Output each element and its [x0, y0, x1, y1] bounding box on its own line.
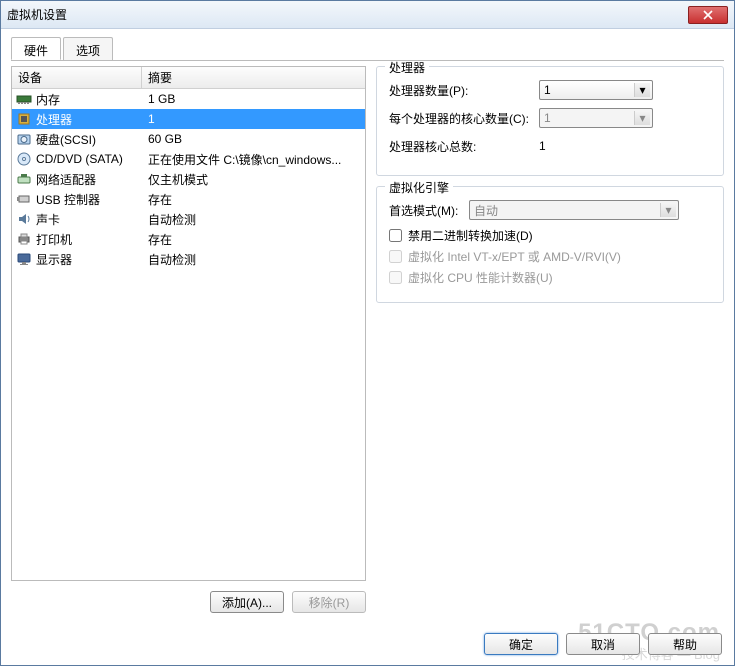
device-summary: 存在: [142, 231, 365, 248]
device-name: 显示器: [36, 251, 72, 268]
list-row[interactable]: CD/DVD (SATA) 正在使用文件 C:\镜像\cn_windows...: [12, 149, 365, 169]
list-row[interactable]: 显示器 自动检测: [12, 249, 365, 269]
list-row[interactable]: 声卡 自动检测: [12, 209, 365, 229]
list-row[interactable]: 网络适配器 仅主机模式: [12, 169, 365, 189]
content-area: 硬件 选项 设备 摘要 内存 1 GB 处理器 1 硬盘(SCSI) 60 GB CD/DV…: [1, 29, 734, 623]
net-icon: [16, 171, 32, 187]
col-summary-header[interactable]: 摘要: [142, 69, 365, 86]
preferred-mode-select: 自动 ▾: [469, 200, 679, 220]
list-row[interactable]: 硬盘(SCSI) 60 GB: [12, 129, 365, 149]
chevron-down-icon: ▾: [634, 111, 650, 125]
virtualize-vt-checkbox: [389, 250, 402, 263]
device-cell: 显示器: [12, 251, 142, 268]
bottom-buttons: 确定 取消 帮助: [484, 633, 722, 655]
device-summary: 存在: [142, 191, 365, 208]
chevron-down-icon: ▾: [634, 83, 650, 97]
device-name: USB 控制器: [36, 191, 100, 208]
left-panel: 设备 摘要 内存 1 GB 处理器 1 硬盘(SCSI) 60 GB CD/DVD (SAT…: [11, 66, 366, 613]
chevron-down-icon: ▾: [660, 203, 676, 217]
memory-icon: [16, 91, 32, 107]
disable-binary-translation-checkbox[interactable]: [389, 229, 402, 242]
device-cell: USB 控制器: [12, 191, 142, 208]
col-device-header[interactable]: 设备: [12, 67, 142, 88]
list-row[interactable]: 打印机 存在: [12, 229, 365, 249]
cores-per-processor-value: 1: [544, 111, 551, 125]
list-row[interactable]: 内存 1 GB: [12, 89, 365, 109]
total-cores-label: 处理器核心总数:: [389, 138, 539, 155]
list-row[interactable]: 处理器 1: [12, 109, 365, 129]
device-cell: 硬盘(SCSI): [12, 131, 142, 148]
device-cell: 处理器: [12, 111, 142, 128]
cancel-button[interactable]: 取消: [566, 633, 640, 655]
help-button[interactable]: 帮助: [648, 633, 722, 655]
device-summary: 1 GB: [142, 92, 365, 106]
printer-icon: [16, 231, 32, 247]
add-button[interactable]: 添加(A)...: [210, 591, 284, 613]
virtualization-engine-title: 虚拟化引擎: [385, 179, 453, 196]
device-cell: 打印机: [12, 231, 142, 248]
device-cell: CD/DVD (SATA): [12, 151, 142, 167]
remove-button: 移除(R): [292, 591, 366, 613]
processor-count-value: 1: [544, 83, 551, 97]
device-name: 内存: [36, 91, 60, 108]
sound-icon: [16, 211, 32, 227]
device-cell: 声卡: [12, 211, 142, 228]
list-header: 设备 摘要: [12, 67, 365, 89]
cores-per-processor-select: 1 ▾: [539, 108, 653, 128]
usb-icon: [16, 191, 32, 207]
virtualize-vt-label: 虚拟化 Intel VT-x/EPT 或 AMD-V/RVI(V): [408, 248, 621, 265]
device-summary: 仅主机模式: [142, 171, 365, 188]
device-name: 打印机: [36, 231, 72, 248]
virtualize-cpu-counters-label: 虚拟化 CPU 性能计数器(U): [408, 269, 553, 286]
cd-icon: [16, 151, 32, 167]
preferred-mode-label: 首选模式(M):: [389, 202, 469, 219]
device-summary: 自动检测: [142, 211, 365, 228]
device-cell: 内存: [12, 91, 142, 108]
device-summary: 1: [142, 112, 365, 126]
device-summary: 正在使用文件 C:\镜像\cn_windows...: [142, 151, 365, 168]
device-list: 设备 摘要 内存 1 GB 处理器 1 硬盘(SCSI) 60 GB CD/DVD (SAT…: [11, 66, 366, 581]
list-body: 内存 1 GB 处理器 1 硬盘(SCSI) 60 GB CD/DVD (SATA) 正在使用…: [12, 89, 365, 269]
device-name: CD/DVD (SATA): [36, 152, 123, 166]
device-name: 声卡: [36, 211, 60, 228]
ok-button[interactable]: 确定: [484, 633, 558, 655]
processor-group-title: 处理器: [385, 59, 429, 76]
close-icon: [703, 10, 713, 20]
disk-icon: [16, 131, 32, 147]
preferred-mode-value: 自动: [474, 202, 498, 219]
disable-binary-translation-label: 禁用二进制转换加速(D): [408, 227, 533, 244]
right-panel: 处理器 处理器数量(P): 1 ▾ 每个处理器的核心数量(C): 1 ▾: [376, 66, 724, 613]
vm-settings-window: 虚拟机设置 硬件 选项 设备 摘要 内存 1 GB 处理器 1 硬盘(SCSI) 60 G…: [0, 0, 735, 666]
cores-per-processor-label: 每个处理器的核心数量(C):: [389, 110, 539, 127]
processor-count-select[interactable]: 1 ▾: [539, 80, 653, 100]
titlebar: 虚拟机设置: [1, 1, 734, 29]
device-name: 网络适配器: [36, 171, 96, 188]
close-button[interactable]: [688, 6, 728, 24]
virtualization-engine-group: 虚拟化引擎 首选模式(M): 自动 ▾ 禁用二进制转换加速(D): [376, 186, 724, 303]
device-name: 处理器: [36, 111, 72, 128]
display-icon: [16, 251, 32, 267]
processor-group: 处理器 处理器数量(P): 1 ▾ 每个处理器的核心数量(C): 1 ▾: [376, 66, 724, 176]
total-cores-value: 1: [539, 139, 711, 153]
tab-bar: 硬件 选项: [11, 37, 724, 61]
window-title: 虚拟机设置: [7, 6, 688, 23]
processor-count-label: 处理器数量(P):: [389, 82, 539, 99]
tab-hardware[interactable]: 硬件: [11, 37, 61, 60]
device-name: 硬盘(SCSI): [36, 131, 96, 148]
list-row[interactable]: USB 控制器 存在: [12, 189, 365, 209]
device-cell: 网络适配器: [12, 171, 142, 188]
tab-options[interactable]: 选项: [63, 37, 113, 60]
virtualize-cpu-counters-checkbox: [389, 271, 402, 284]
cpu-icon: [16, 111, 32, 127]
device-summary: 自动检测: [142, 251, 365, 268]
device-summary: 60 GB: [142, 132, 365, 146]
